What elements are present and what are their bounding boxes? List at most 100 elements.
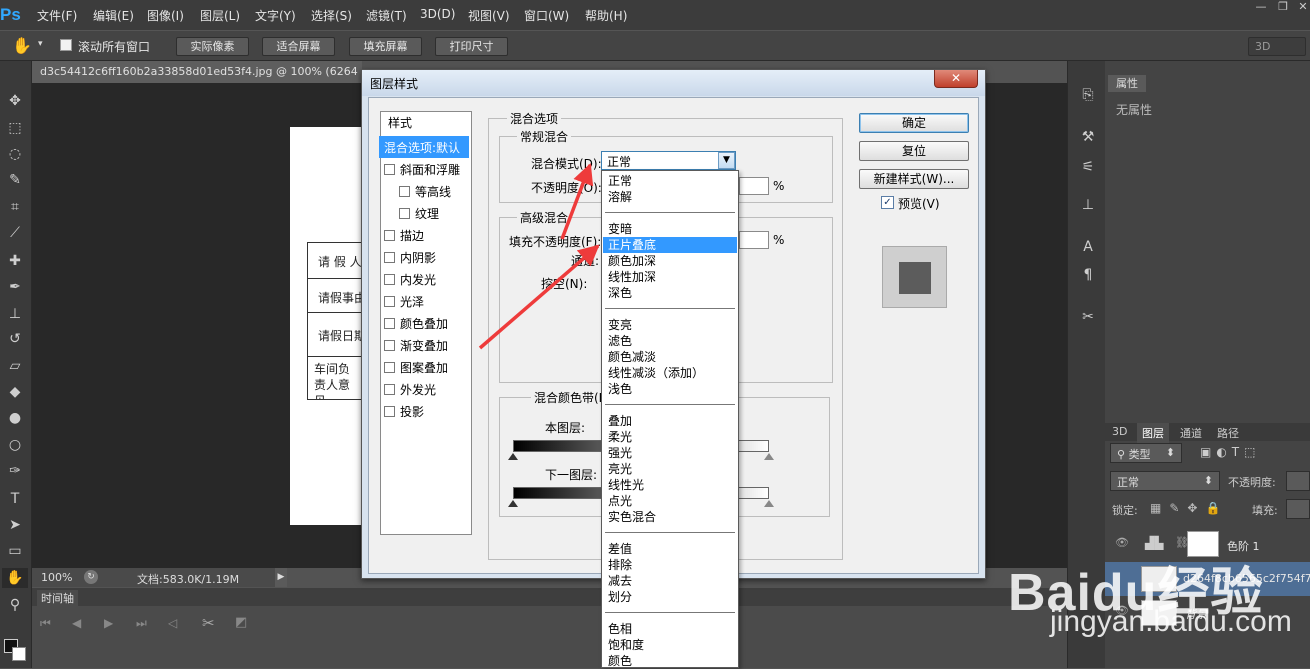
history-panel-icon[interactable]: ⎘: [1077, 87, 1099, 109]
prev-frame-icon[interactable]: ◀: [72, 616, 81, 630]
hand-tool-icon[interactable]: ✋: [2, 568, 28, 588]
this-layer-black-slider[interactable]: [508, 453, 518, 460]
style-checkbox[interactable]: [384, 362, 395, 373]
chevron-down-icon[interactable]: ▾: [38, 39, 43, 49]
workspace-select[interactable]: 3D: [1248, 37, 1306, 56]
ok-button[interactable]: 确定: [859, 113, 969, 133]
tab-layers[interactable]: 图层: [1137, 423, 1169, 443]
share-icon[interactable]: ↻: [84, 570, 98, 584]
menu-filter[interactable]: 滤镜(T): [366, 7, 407, 24]
style-item[interactable]: 混合选项:默认: [379, 136, 469, 158]
style-item[interactable]: 斜面和浮雕: [379, 158, 469, 180]
crop-tool-icon[interactable]: ⌗: [2, 197, 28, 217]
blend-mode-option[interactable]: 颜色: [603, 653, 737, 669]
preview-checkbox[interactable]: ✓: [881, 196, 894, 209]
blend-mode-option[interactable]: 划分: [603, 589, 737, 605]
style-checkbox[interactable]: [384, 296, 395, 307]
style-item[interactable]: 等高线: [379, 180, 469, 202]
layer-kind-filter[interactable]: ⚲ 类型 ⬍: [1110, 443, 1182, 463]
clone-source-icon[interactable]: ⊥: [1077, 197, 1099, 219]
actual-pixels-button[interactable]: 实际像素: [176, 37, 249, 56]
tab-paths[interactable]: 路径: [1217, 425, 1239, 441]
history-brush-icon[interactable]: ↺: [2, 329, 28, 349]
layer-blend-mode-select[interactable]: 正常 ⬍: [1110, 471, 1220, 491]
audio-icon[interactable]: ◁: [168, 616, 177, 630]
status-menu-arrow-icon[interactable]: ▶: [275, 568, 287, 587]
close-icon[interactable]: ✕: [1292, 0, 1310, 14]
style-checkbox[interactable]: [384, 164, 395, 175]
restore-icon[interactable]: ❐: [1272, 0, 1294, 14]
style-item[interactable]: 颜色叠加: [379, 312, 469, 334]
style-item[interactable]: 光泽: [379, 290, 469, 312]
blend-mode-option[interactable]: 排除: [603, 557, 737, 573]
document-tab[interactable]: d3c54412c6ff160b2a33858d01ed53f4.jpg @ 1…: [32, 61, 362, 83]
type-tool-icon[interactable]: T: [2, 489, 28, 509]
blend-mode-option[interactable]: 差值: [603, 541, 737, 557]
timeline-tab[interactable]: 时间轴: [37, 590, 78, 606]
style-checkbox[interactable]: [384, 274, 395, 285]
hand-tool-icon[interactable]: ✋: [12, 36, 32, 55]
zoom-tool-icon[interactable]: ⚲: [2, 595, 28, 615]
lasso-tool-icon[interactable]: ◌: [2, 144, 28, 164]
marquee-tool-icon[interactable]: ⬚: [2, 118, 28, 138]
style-checkbox[interactable]: [384, 252, 395, 263]
underlying-white-slider[interactable]: [764, 500, 774, 507]
blend-mode-option[interactable]: 饱和度: [603, 637, 737, 653]
reset-button[interactable]: 复位: [859, 141, 969, 161]
split-scissors-icon[interactable]: ✂: [202, 614, 215, 632]
document-size-info[interactable]: 文档:583.0K/1.19M: [137, 571, 239, 587]
blend-mode-option[interactable]: 线性减淡（添加）: [603, 365, 737, 381]
style-item[interactable]: 内发光: [379, 268, 469, 290]
dropdown-arrow-icon[interactable]: ▼: [718, 152, 735, 169]
style-item[interactable]: 图案叠加: [379, 356, 469, 378]
brush-presets-icon[interactable]: ⚟: [1077, 159, 1099, 181]
fill-input[interactable]: [1286, 499, 1310, 519]
move-tool-icon[interactable]: ✥: [2, 91, 28, 111]
menu-3d[interactable]: 3D(D): [420, 7, 455, 21]
menu-image[interactable]: 图像(I): [147, 7, 184, 24]
healing-brush-icon[interactable]: ✚: [2, 251, 28, 271]
blend-mode-option[interactable]: 正常: [603, 173, 737, 189]
print-size-button[interactable]: 打印尺寸: [435, 37, 508, 56]
blend-mode-option[interactable]: 亮光: [603, 461, 737, 477]
checkbox-box[interactable]: [60, 39, 72, 51]
underlying-black-slider[interactable]: [508, 500, 518, 507]
blend-mode-option[interactable]: 实色混合: [603, 509, 737, 525]
menu-edit[interactable]: 编辑(E): [93, 7, 134, 24]
menu-help[interactable]: 帮助(H): [585, 7, 627, 24]
menu-type[interactable]: 文字(Y): [255, 7, 296, 24]
layer-opacity-input[interactable]: [1286, 471, 1310, 491]
style-item[interactable]: 渐变叠加: [379, 334, 469, 356]
style-checkbox[interactable]: [399, 186, 410, 197]
brush-panel-icon[interactable]: ⚒: [1077, 129, 1099, 151]
paragraph-panel-icon[interactable]: ¶: [1077, 267, 1099, 289]
eye-icon[interactable]: 👁: [1115, 536, 1129, 549]
menu-file[interactable]: 文件(F): [37, 7, 77, 24]
path-select-icon[interactable]: ➤: [2, 515, 28, 535]
blur-tool-icon[interactable]: ●: [2, 408, 28, 428]
blend-mode-option[interactable]: 柔光: [603, 429, 737, 445]
style-item[interactable]: 外发光: [379, 378, 469, 400]
blend-mode-option[interactable]: 线性加深: [603, 269, 737, 285]
stamp-tool-icon[interactable]: ⊥: [2, 304, 28, 324]
play-icon[interactable]: ▶: [104, 616, 113, 630]
minimize-icon[interactable]: —: [1250, 0, 1272, 14]
style-checkbox[interactable]: [384, 318, 395, 329]
menu-window[interactable]: 窗口(W): [524, 7, 569, 24]
blend-mode-select[interactable]: 正常: [601, 151, 736, 170]
style-checkbox[interactable]: [384, 384, 395, 395]
style-checkbox[interactable]: [384, 406, 395, 417]
background-color-swatch[interactable]: [12, 647, 26, 661]
next-frame-icon[interactable]: ⏭: [136, 616, 147, 631]
first-frame-icon[interactable]: ⏮: [40, 616, 51, 631]
style-item[interactable]: 内阴影: [379, 246, 469, 268]
menu-layer[interactable]: 图层(L): [200, 7, 240, 24]
this-layer-white-slider[interactable]: [764, 453, 774, 460]
blend-mode-option[interactable]: 变暗: [603, 221, 737, 237]
close-icon[interactable]: ✕: [934, 70, 978, 88]
new-style-button[interactable]: 新建样式(W)...: [859, 169, 969, 189]
quick-select-icon[interactable]: ✎: [2, 170, 28, 190]
blend-mode-option[interactable]: 浅色: [603, 381, 737, 397]
brush-tool-icon[interactable]: ✒: [2, 277, 28, 297]
character-panel-icon[interactable]: A: [1077, 239, 1099, 261]
